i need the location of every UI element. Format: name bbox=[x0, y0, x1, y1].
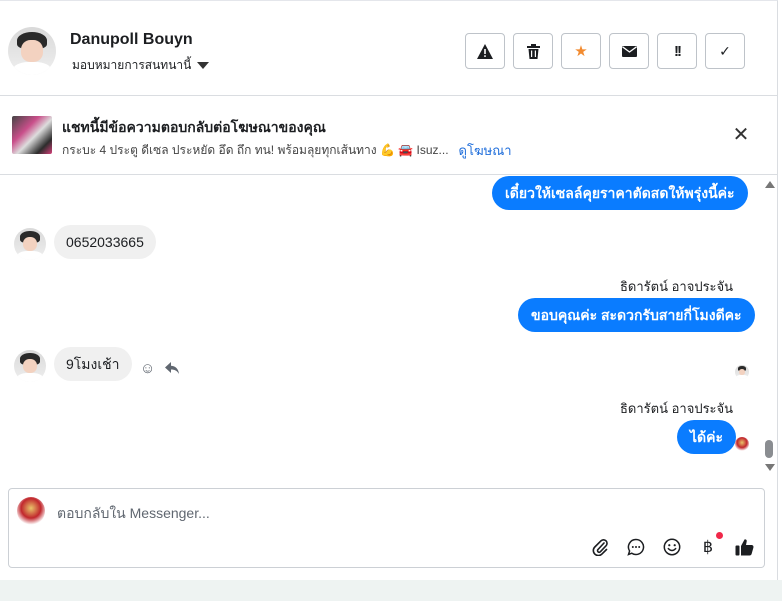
close-icon[interactable]: ✕ bbox=[730, 124, 752, 146]
emoji-icon bbox=[663, 538, 681, 556]
ad-description: กระบะ 4 ประตู ดีเซล ประหยัด อึด ถึก ทน! … bbox=[62, 143, 449, 157]
seen-by-avatar bbox=[735, 437, 749, 451]
delete-button[interactable] bbox=[513, 33, 553, 69]
star-icon: ★ bbox=[574, 43, 588, 60]
contact-avatar bbox=[14, 228, 46, 260]
attach-button[interactable] bbox=[589, 536, 611, 558]
baht-icon: ฿ bbox=[702, 539, 714, 556]
exclamation-icon: !! bbox=[674, 42, 682, 60]
incoming-message[interactable]: 0652033665 bbox=[54, 225, 156, 259]
check-icon: ✓ bbox=[719, 42, 731, 59]
conversation-panel: Danupoll Bouyn มอบหมายการสนทนานี้ ★ !! ✓ bbox=[0, 0, 778, 580]
saved-replies-button[interactable] bbox=[625, 536, 647, 558]
mark-done-button[interactable]: ✓ bbox=[705, 33, 745, 69]
contact-avatar[interactable] bbox=[8, 27, 56, 75]
scroll-thumb[interactable] bbox=[765, 440, 773, 458]
ad-reply-banner: แชทนี้มีข้อความตอบกลับต่อโฆษณาของคุณ กระ… bbox=[0, 97, 778, 175]
envelope-icon bbox=[621, 45, 637, 57]
message-actions: ☺ bbox=[140, 360, 180, 377]
react-icon[interactable]: ☺ bbox=[140, 360, 155, 377]
thumbs-up-icon bbox=[735, 539, 754, 556]
ad-thumbnail[interactable] bbox=[12, 116, 52, 154]
conversation-toolbar: ★ !! ✓ bbox=[465, 33, 745, 69]
sender-name: ธิดารัตน์ อาจประจัน bbox=[620, 279, 734, 294]
star-button[interactable]: ★ bbox=[561, 33, 601, 69]
composer-toolbar: ฿ bbox=[589, 532, 755, 558]
notification-dot bbox=[716, 532, 723, 539]
sender-name: ธิดารัตน์ อาจประจัน bbox=[620, 401, 734, 416]
mark-unread-button[interactable] bbox=[609, 33, 649, 69]
ad-banner-line: กระบะ 4 ประตู ดีเซล ประหยัด อึด ถึก ทน! … bbox=[62, 140, 512, 161]
outgoing-message[interactable]: ขอบคุณค่ะ สะดวกรับสายกี่โมงดีคะ bbox=[518, 298, 755, 332]
assign-label: มอบหมายการสนทนานี้ bbox=[72, 58, 192, 72]
view-ad-link[interactable]: ดูโฆษณา bbox=[459, 140, 512, 161]
reply-icon[interactable] bbox=[165, 362, 180, 375]
thread-scrollbar[interactable] bbox=[763, 176, 777, 476]
like-button[interactable] bbox=[733, 536, 755, 558]
page-avatar bbox=[17, 497, 45, 525]
caret-down-icon bbox=[197, 62, 210, 69]
payment-button[interactable]: ฿ bbox=[697, 532, 723, 558]
trash-icon bbox=[526, 43, 540, 59]
outgoing-message[interactable]: เดี๋ยวให้เซลล์คุยราคาตัดสดให้พรุ่งนี้ค่ะ bbox=[492, 176, 748, 210]
report-button[interactable] bbox=[465, 33, 505, 69]
paperclip-icon bbox=[592, 538, 608, 556]
follow-up-button[interactable]: !! bbox=[657, 33, 697, 69]
contact-avatar bbox=[14, 350, 46, 382]
contact-name[interactable]: Danupoll Bouyn bbox=[70, 31, 193, 49]
read-receipt-avatar bbox=[735, 365, 749, 379]
assign-conversation-dropdown[interactable]: มอบหมายการสนทนานี้ bbox=[72, 56, 210, 75]
ad-banner-title: แชทนี้มีข้อความตอบกลับต่อโฆษณาของคุณ bbox=[62, 119, 326, 135]
message-input[interactable] bbox=[57, 503, 657, 523]
conversation-header: Danupoll Bouyn มอบหมายการสนทนานี้ ★ !! ✓ bbox=[0, 6, 778, 96]
message-thread[interactable]: เดี๋ยวให้เซลล์คุยราคาตัดสดให้พรุ่งนี้ค่ะ… bbox=[0, 176, 778, 481]
reply-composer: ฿ bbox=[8, 488, 765, 568]
scroll-up-arrow-icon[interactable] bbox=[765, 181, 775, 188]
outgoing-message[interactable]: ได้ค่ะ bbox=[677, 420, 737, 454]
chat-bubble-icon bbox=[627, 538, 645, 556]
incoming-message[interactable]: 9โมงเช้า bbox=[54, 347, 132, 381]
warning-icon bbox=[477, 43, 493, 59]
scroll-down-arrow-icon[interactable] bbox=[765, 464, 775, 471]
page-footer-strip bbox=[0, 580, 782, 601]
emoji-button[interactable] bbox=[661, 536, 683, 558]
